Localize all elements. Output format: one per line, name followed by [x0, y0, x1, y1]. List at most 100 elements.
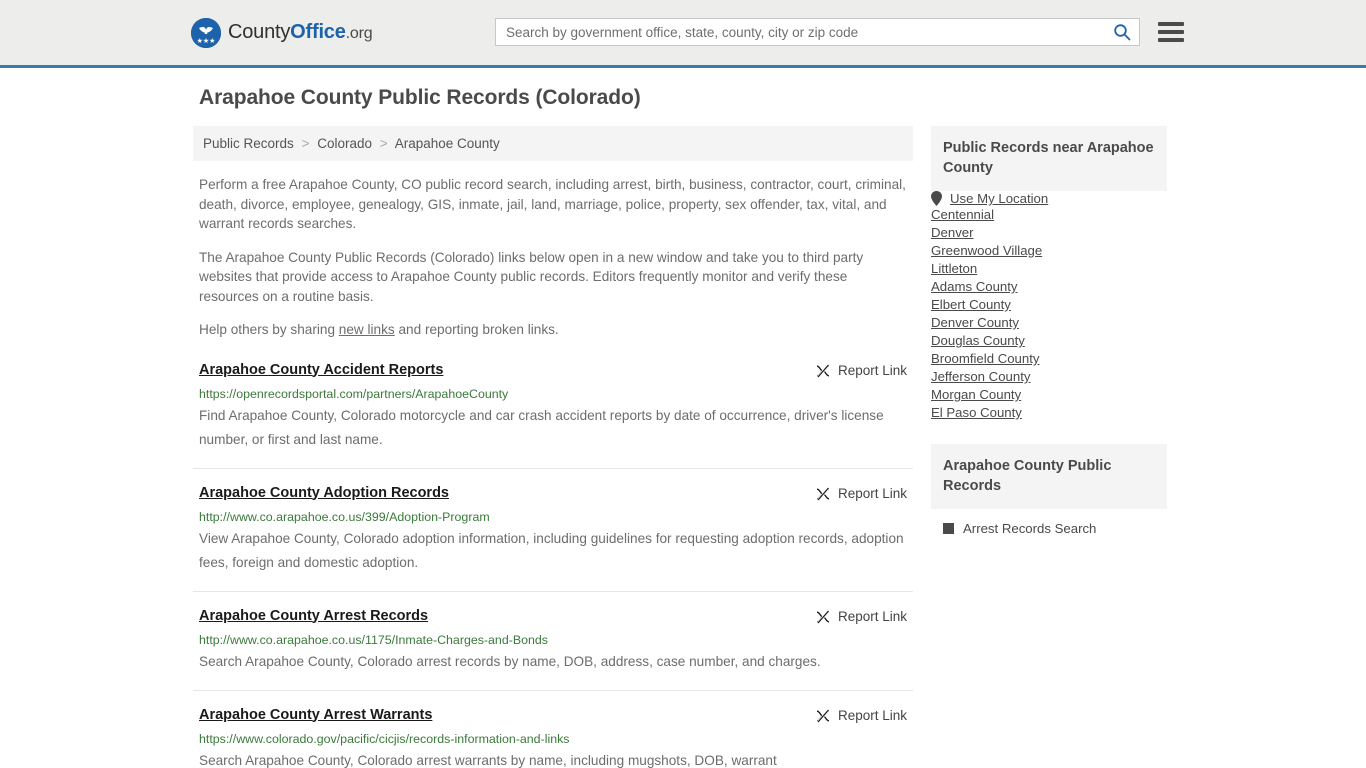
sidebar-nearby-link[interactable]: Greenwood Village	[931, 243, 1042, 258]
logo-text: CountyOffice.org	[228, 21, 373, 44]
search-box[interactable]	[495, 18, 1140, 46]
sidebar-item-nearby[interactable]: Denver County	[931, 314, 1167, 332]
breadcrumb-separator-0: >	[301, 136, 310, 151]
hamburger-bar-3	[1158, 38, 1184, 42]
report-link-button[interactable]: Report Link	[815, 707, 907, 724]
breadcrumb-item-0[interactable]: Public Records	[203, 136, 294, 151]
sidebar-nearby-link[interactable]: Broomfield County	[931, 351, 1039, 366]
sidebar-item-nearby[interactable]: Greenwood Village	[931, 242, 1167, 260]
report-link-button[interactable]: Report Link	[815, 485, 907, 502]
record-header: Arapahoe County Accident Reports Report …	[199, 362, 907, 379]
sidebar-nearby-link[interactable]: Douglas County	[931, 333, 1025, 348]
sidebar-item-nearby[interactable]: Morgan County	[931, 386, 1167, 404]
logo-eagle-icon: ★★★	[191, 17, 221, 48]
sidebar-nearby-link[interactable]: Morgan County	[931, 387, 1021, 402]
record-url[interactable]: https://openrecordsportal.com/partners/A…	[199, 387, 907, 401]
sidebar: Public Records near Arapahoe County Use …	[931, 126, 1167, 536]
square-bullet-icon	[943, 523, 954, 534]
site-logo[interactable]: ★★★ CountyOffice.org	[191, 17, 373, 48]
logo-text-county: County	[228, 21, 291, 43]
help-suffix: and reporting broken links.	[394, 322, 559, 337]
record-item: Arapahoe County Arrest Records Report Li…	[193, 608, 913, 691]
sidebar-record-item[interactable]: Arrest Records Search	[931, 509, 1167, 536]
search-input[interactable]	[504, 23, 1109, 41]
sidebar-nearby-link[interactable]: Jefferson County	[931, 369, 1030, 384]
sidebar-item-nearby[interactable]: El Paso County	[931, 404, 1167, 422]
sidebar-item-nearby[interactable]: Elbert County	[931, 296, 1167, 314]
record-item: Arapahoe County Arrest Warrants Report L…	[193, 707, 913, 768]
sidebar-nearby-list: Use My Location Centennial Denver Greenw…	[931, 191, 1167, 422]
intro-paragraph-1: Perform a free Arapahoe County, CO publi…	[199, 177, 906, 231]
record-description: View Arapahoe County, Colorado adoption …	[199, 530, 904, 570]
main-column: Public Records > Colorado > Arapahoe Cou…	[193, 126, 913, 768]
site-header: ★★★ CountyOffice.org	[0, 0, 1366, 68]
sidebar-item-use-my-location[interactable]: Use My Location	[931, 191, 1167, 206]
logo-text-org: .org	[345, 25, 373, 42]
sidebar-nearby-link[interactable]: Littleton	[931, 261, 977, 276]
record-description: Find Arapahoe County, Colorado motorcycl…	[199, 407, 884, 447]
sidebar-item-nearby[interactable]: Adams County	[931, 278, 1167, 296]
record-description: Search Arapahoe County, Colorado arrest …	[199, 653, 821, 669]
sidebar-nearby-heading: Public Records near Arapahoe County	[931, 126, 1167, 191]
sidebar-item-nearby[interactable]: Jefferson County	[931, 368, 1167, 386]
header-search-area	[495, 18, 1184, 46]
sidebar-records-heading: Arapahoe County Public Records	[931, 444, 1167, 509]
report-link-label: Report Link	[837, 363, 907, 378]
record-title-link[interactable]: Arapahoe County Arrest Warrants	[199, 707, 432, 723]
sidebar-item-nearby[interactable]: Broomfield County	[931, 350, 1167, 368]
use-my-location-link[interactable]: Use My Location	[950, 191, 1048, 206]
new-links-link[interactable]: new links	[339, 322, 395, 337]
broken-link-icon	[816, 708, 830, 723]
hamburger-bar-1	[1158, 22, 1184, 26]
breadcrumb: Public Records > Colorado > Arapahoe Cou…	[193, 126, 913, 161]
help-prefix: Help others by sharing	[199, 322, 339, 337]
logo-text-office: Office	[290, 21, 346, 43]
sidebar-records-list: Arrest Records Search	[931, 509, 1167, 536]
broken-link-icon	[816, 609, 830, 624]
record-header: Arapahoe County Arrest Records Report Li…	[199, 608, 907, 625]
intro-help-line: Help others by sharing new links and rep…	[199, 320, 907, 340]
intro-section: Perform a free Arapahoe County, CO publi…	[193, 175, 913, 340]
breadcrumb-separator-1: >	[379, 136, 388, 151]
record-item: Arapahoe County Accident Reports Report …	[193, 362, 913, 469]
record-item: Arapahoe County Adoption Records Report …	[193, 485, 913, 592]
record-title-link[interactable]: Arapahoe County Adoption Records	[199, 485, 449, 501]
record-title-link[interactable]: Arapahoe County Accident Reports	[199, 362, 443, 378]
intro-paragraph-2: The Arapahoe County Public Records (Colo…	[199, 249, 864, 304]
sidebar-record-link[interactable]: Arrest Records Search	[963, 521, 1096, 536]
broken-link-icon	[816, 486, 830, 501]
sidebar-nearby-link[interactable]: Denver County	[931, 315, 1019, 330]
sidebar-nearby-link[interactable]: Centennial	[931, 207, 994, 222]
sidebar-item-nearby[interactable]: Denver	[931, 224, 1167, 242]
record-url[interactable]: http://www.co.arapahoe.co.us/1175/Inmate…	[199, 633, 907, 647]
record-url[interactable]: http://www.co.arapahoe.co.us/399/Adoptio…	[199, 510, 907, 524]
report-link-button[interactable]: Report Link	[815, 362, 907, 379]
report-link-label: Report Link	[837, 609, 907, 624]
report-link-label: Report Link	[837, 486, 907, 501]
sidebar-nearby-link[interactable]: Denver	[931, 225, 974, 240]
hamburger-menu-icon[interactable]	[1158, 22, 1184, 42]
sidebar-item-nearby[interactable]: Centennial	[931, 206, 1167, 224]
record-header: Arapahoe County Arrest Warrants Report L…	[199, 707, 907, 724]
record-description: Search Arapahoe County, Colorado arrest …	[199, 752, 777, 768]
content-columns: Public Records > Colorado > Arapahoe Cou…	[193, 126, 1173, 768]
sidebar-nearby-link[interactable]: Elbert County	[931, 297, 1011, 312]
page-title: Arapahoe County Public Records (Colorado…	[199, 86, 641, 109]
report-link-button[interactable]: Report Link	[815, 608, 907, 625]
record-url[interactable]: https://www.colorado.gov/pacific/cicjis/…	[199, 732, 907, 746]
records-list: Arapahoe County Accident Reports Report …	[193, 362, 913, 768]
report-link-label: Report Link	[837, 708, 907, 723]
hamburger-bar-2	[1158, 30, 1184, 34]
svg-text:★★★: ★★★	[197, 37, 216, 45]
breadcrumb-item-1[interactable]: Colorado	[317, 136, 372, 151]
search-icon[interactable]	[1113, 23, 1131, 41]
sidebar-nearby-link[interactable]: El Paso County	[931, 405, 1022, 420]
map-pin-icon	[931, 191, 942, 206]
breadcrumb-item-2[interactable]: Arapahoe County	[395, 136, 500, 151]
sidebar-item-nearby[interactable]: Littleton	[931, 260, 1167, 278]
broken-link-icon	[816, 363, 830, 378]
sidebar-item-nearby[interactable]: Douglas County	[931, 332, 1167, 350]
sidebar-nearby-link[interactable]: Adams County	[931, 279, 1018, 294]
page-container: Arapahoe County Public Records (Colorado…	[193, 68, 1173, 768]
record-title-link[interactable]: Arapahoe County Arrest Records	[199, 608, 428, 624]
